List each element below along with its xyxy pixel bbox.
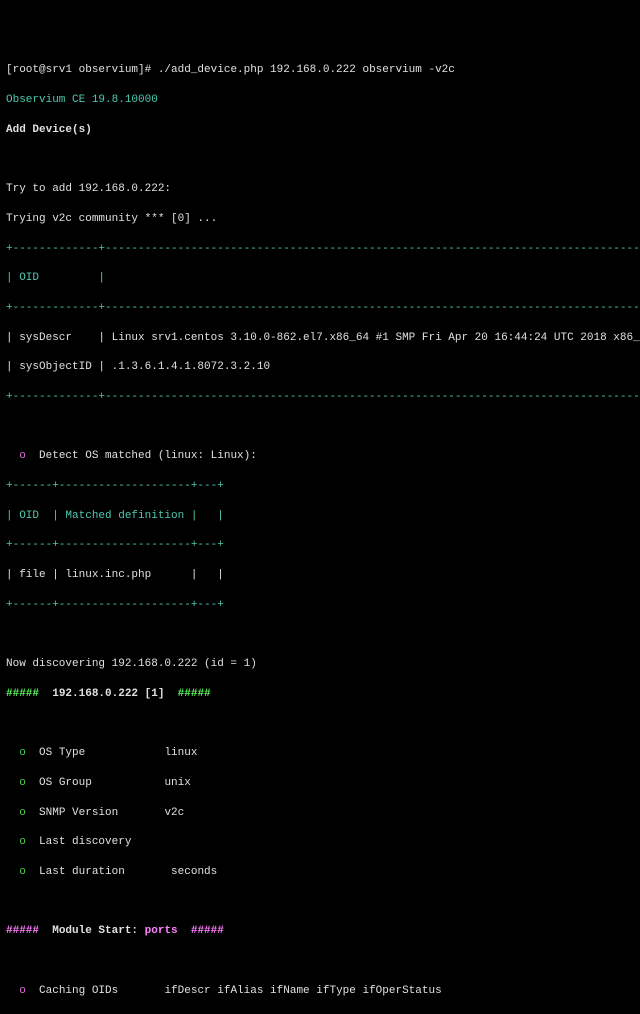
module-start: Module Start:	[39, 925, 145, 937]
last-dur-val: seconds	[164, 866, 217, 878]
now-discovering: Now discovering 192.168.0.222 (id = 1)	[6, 657, 634, 672]
table-border: +-------------+-------------------------…	[6, 301, 634, 316]
bullet-icon: o	[6, 866, 39, 878]
hashes-icon: #####	[178, 925, 224, 937]
bullet-icon: o	[6, 747, 39, 759]
hashes-icon: #####	[6, 688, 39, 700]
file-row: | file | linux.inc.php | |	[6, 568, 634, 583]
version-line: Observium CE 19.8.10000	[6, 93, 634, 108]
os-type-val: linux	[164, 747, 197, 759]
oid-header: | OID | |	[6, 271, 634, 286]
os-group-label: OS Group	[39, 777, 164, 789]
table-border: +------+--------------------+---+	[6, 479, 634, 494]
table-border: +------+--------------------+---+	[6, 538, 634, 553]
bullet-icon: o	[6, 807, 39, 819]
hashes-icon: #####	[178, 688, 211, 700]
hashes-icon: #####	[6, 925, 39, 937]
sysobjectid-row: | sysObjectID | .1.3.6.1.4.1.8072.3.2.10…	[6, 360, 634, 375]
table-border: +-------------+-------------------------…	[6, 242, 634, 257]
prompt: [root@srv1 observium]#	[6, 64, 158, 76]
snmp-val: v2c	[164, 807, 184, 819]
os-group-val: unix	[164, 777, 190, 789]
table-border: +-------------+-------------------------…	[6, 390, 634, 405]
ip-line: 192.168.0.222 [1]	[39, 688, 178, 700]
module-name: ports	[145, 925, 178, 937]
caching-oids-val: ifDescr ifAlias ifName ifType ifOperStat…	[164, 985, 441, 997]
table-border: +------+--------------------+---+	[6, 598, 634, 613]
command-input[interactable]: ./add_device.php 192.168.0.222 observium…	[158, 64, 455, 76]
bullet-icon: o	[6, 836, 39, 848]
detect-os: Detect OS matched (linux: Linux):	[39, 450, 257, 462]
page-title: Add Device(s)	[6, 123, 634, 138]
bullet-icon: o	[6, 450, 39, 462]
try-line: Try to add 192.168.0.222:	[6, 182, 634, 197]
oid2-header: | OID | Matched definition | |	[6, 509, 634, 524]
v2c-line: Trying v2c community *** [0] ...	[6, 212, 634, 227]
sysdescr-row: | sysDescr | Linux srv1.centos 3.10.0-86…	[6, 331, 634, 346]
bullet-icon: o	[6, 777, 39, 789]
last-disc-label: Last discovery	[39, 836, 164, 848]
snmp-label: SNMP Version	[39, 807, 164, 819]
last-dur-label: Last duration	[39, 866, 164, 878]
bullet-icon: o	[6, 985, 39, 997]
caching-oids-label: Caching OIDs	[39, 985, 164, 997]
os-type-label: OS Type	[39, 747, 164, 759]
